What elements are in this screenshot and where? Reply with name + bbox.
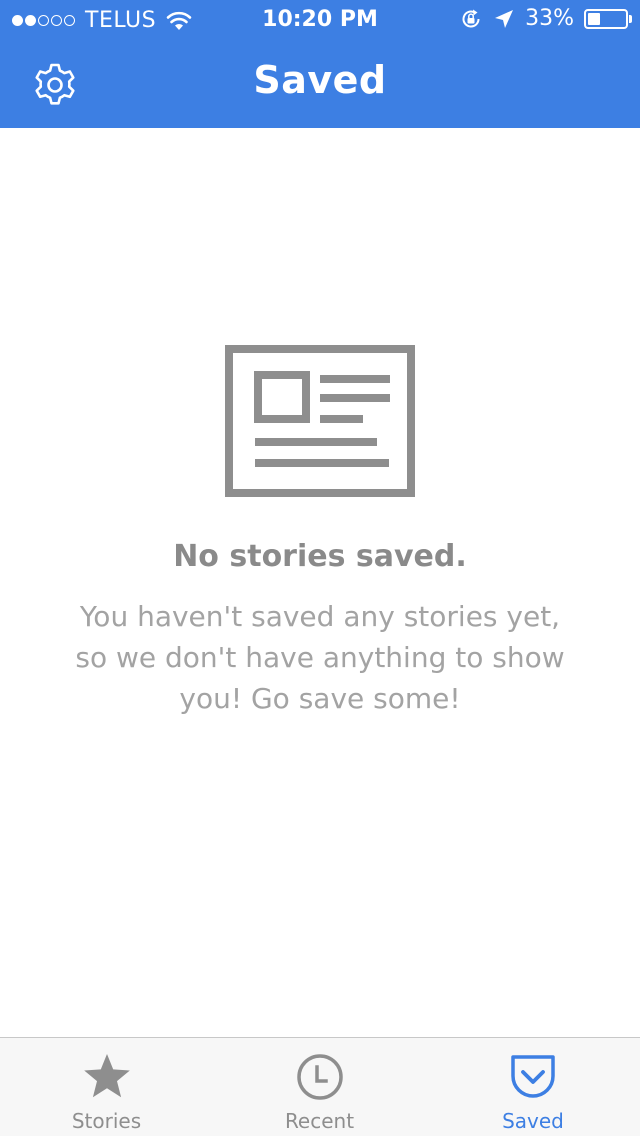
tab-recent[interactable]: Recent bbox=[213, 1038, 426, 1136]
empty-state-title: No stories saved. bbox=[173, 539, 467, 574]
battery-level bbox=[588, 12, 600, 25]
tab-stories-label: Stories bbox=[71, 1109, 142, 1133]
navigation-bar: Saved bbox=[0, 40, 640, 128]
top-bar: TELUS 10:20 PM 33% Saved bbox=[0, 0, 640, 128]
tab-saved[interactable]: Saved bbox=[426, 1038, 640, 1136]
screen: TELUS 10:20 PM 33% Saved No stories save… bbox=[0, 0, 640, 1136]
status-right: 33% bbox=[459, 6, 632, 31]
newspaper-icon bbox=[225, 345, 415, 497]
location-arrow-icon bbox=[495, 9, 514, 28]
tab-stories[interactable]: Stories bbox=[0, 1038, 213, 1136]
pocket-icon bbox=[511, 1055, 555, 1098]
tab-saved-label: Saved bbox=[502, 1109, 564, 1133]
rotation-lock-icon bbox=[462, 9, 480, 27]
status-bar: TELUS 10:20 PM 33% bbox=[0, 0, 640, 40]
page-title: Saved bbox=[253, 58, 387, 102]
star-icon bbox=[83, 1054, 130, 1098]
empty-state: No stories saved. You haven't saved any … bbox=[0, 345, 640, 719]
empty-state-message: You haven't saved any stories yet, so we… bbox=[75, 600, 565, 715]
battery-percent: 33% bbox=[525, 6, 574, 31]
tab-recent-label: Recent bbox=[284, 1109, 355, 1133]
clock-icon bbox=[296, 1054, 343, 1100]
tab-bar: Stories Recent Saved bbox=[0, 1037, 640, 1136]
battery-icon bbox=[584, 8, 632, 29]
